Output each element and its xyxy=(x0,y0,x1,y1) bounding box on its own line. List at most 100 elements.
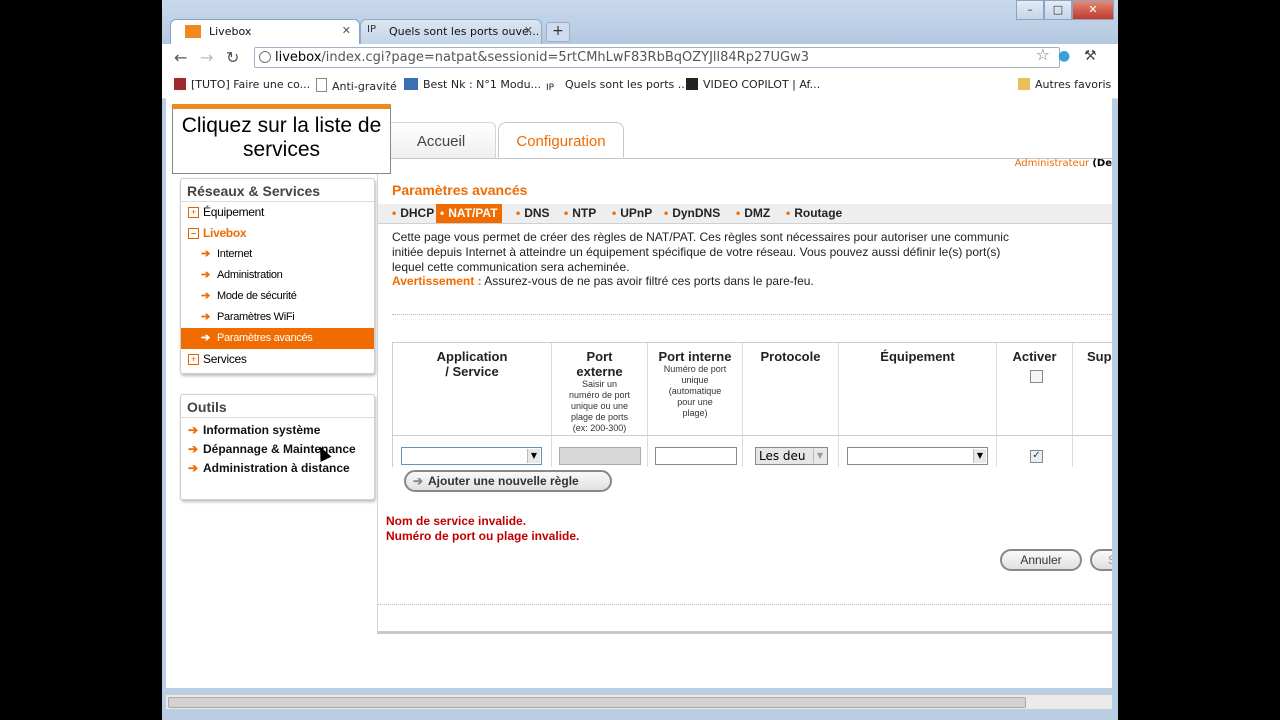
tab-ports[interactable]: IP Quels sont les ports ouve... ✕ xyxy=(360,19,542,44)
close-icon[interactable]: ✕ xyxy=(342,24,351,37)
scrollbar-thumb[interactable] xyxy=(168,697,1026,708)
subnav-ntp[interactable]: • NTP xyxy=(564,206,596,220)
arrow-right-icon: ➔ xyxy=(413,474,424,488)
skype-icon[interactable]: ● xyxy=(1058,48,1070,64)
arrow-right-icon: ➔ xyxy=(201,332,210,344)
bookmark-item[interactable]: VIDEO COPILOT | Af... xyxy=(686,78,820,91)
star-icon[interactable]: ☆ xyxy=(1036,45,1050,64)
arrow-right-icon: ➔ xyxy=(201,311,210,323)
browser-window: Livebox ✕ IP Quels sont les ports ouve..… xyxy=(162,0,1118,720)
col-supp: Supp xyxy=(1087,349,1112,364)
row-separator xyxy=(393,435,1112,436)
warning: Avertissement : Assurez-vous de ne pas a… xyxy=(392,274,814,288)
tab-strip: Livebox ✕ IP Quels sont les ports ouve..… xyxy=(162,0,1118,44)
sidebar-title: Outils xyxy=(181,395,374,418)
arrow-right-icon: ➔ xyxy=(188,461,199,475)
activer-checkbox[interactable]: ✓ xyxy=(1030,450,1043,463)
subnav-upnp[interactable]: • UPnP xyxy=(612,206,652,220)
arrow-right-icon: ➔ xyxy=(188,423,199,437)
admin-link[interactable]: Administrateur (De xyxy=(1015,158,1112,169)
subnav-dns[interactable]: • DNS xyxy=(516,206,550,220)
cancel-button[interactable]: Annuler xyxy=(1000,549,1082,571)
url-host: livebox xyxy=(275,50,322,65)
sidebar-title: Réseaux & Services xyxy=(181,179,374,202)
page-icon xyxy=(316,78,327,92)
arrow-right-icon: ➔ xyxy=(201,269,210,281)
divider xyxy=(392,314,1112,315)
horizontal-scrollbar[interactable] xyxy=(166,694,1112,709)
sidebar-item-services[interactable]: + Services xyxy=(181,349,374,370)
main-tabs: Accueil Configuration xyxy=(378,122,1112,159)
subnav-dmz[interactable]: • DMZ xyxy=(736,206,770,220)
close-window-button[interactable]: ✕ xyxy=(1072,0,1114,20)
maximize-button[interactable]: □ xyxy=(1044,0,1072,20)
save-button[interactable]: S xyxy=(1090,549,1112,571)
divider xyxy=(378,604,1112,605)
collapse-icon: – xyxy=(188,228,199,239)
bookmark-item[interactable]: [TUTO] Faire une co... xyxy=(174,78,310,91)
page-icon xyxy=(259,51,271,63)
external-port-input[interactable] xyxy=(559,447,641,465)
equipment-select[interactable]: ▼ xyxy=(847,447,988,465)
window-controls: – □ ✕ xyxy=(1016,0,1114,20)
subnav-dhcp[interactable]: • DHCP xyxy=(392,206,434,220)
page-content: Accueil Configuration Administrateur (De… xyxy=(166,98,1112,688)
tab-title: Quels sont les ports ouve... xyxy=(389,25,540,38)
col-activer: Activer xyxy=(997,343,1073,467)
arrow-right-icon: ➔ xyxy=(188,442,199,456)
minimize-button[interactable]: – xyxy=(1016,0,1044,20)
bookmark-item[interactable]: IP Quels sont les ports ... xyxy=(546,78,688,95)
tools-item-troubleshoot[interactable]: ➔ Dépannage & Maintenance xyxy=(181,440,374,459)
tab-accueil[interactable]: Accueil xyxy=(386,122,496,158)
other-bookmarks[interactable]: Autres favoris xyxy=(1018,78,1111,91)
wrench-icon[interactable]: ⚒ xyxy=(1084,48,1097,64)
expand-icon: + xyxy=(188,354,199,365)
internal-port-input[interactable] xyxy=(655,447,737,465)
sidebar-item-security[interactable]: ➔ Mode de sécurité xyxy=(181,286,374,307)
arrow-right-icon: ➔ xyxy=(201,290,210,302)
sidebar-item-equipement[interactable]: + Équipement xyxy=(181,202,374,223)
expand-icon: + xyxy=(188,207,199,218)
tab-livebox[interactable]: Livebox ✕ xyxy=(170,19,360,44)
sidebar-item-livebox[interactable]: – Livebox xyxy=(181,223,374,244)
ip-favicon-icon: IP xyxy=(367,24,376,35)
subnav-dyndns[interactable]: • DynDNS xyxy=(664,206,720,220)
reload-icon[interactable]: ↻ xyxy=(226,48,239,67)
sub-navigation: • DHCP • NAT/PAT • DNS • NTP • UPnP • DynDNS •… xyxy=(378,204,1112,224)
url-path: /index.cgi?page=natpat&sessionid=5rtCMhL… xyxy=(321,50,809,65)
back-arrow-icon[interactable]: ← xyxy=(174,48,187,67)
subnav-routage[interactable]: • Routage xyxy=(786,206,842,220)
sidebar-item-advanced[interactable]: ➔ Paramètres avancés xyxy=(181,328,374,349)
sidebar-item-internet[interactable]: ➔ Internet xyxy=(181,244,374,265)
forward-arrow-icon[interactable]: → xyxy=(200,48,213,67)
ip-favicon-icon: IP xyxy=(546,83,555,93)
page-title: Paramètres avancés xyxy=(392,182,528,198)
tools-item-remote-admin[interactable]: ➔ Administration à distance xyxy=(181,459,374,478)
main-panel: Paramètres avancés • DHCP • NAT/PAT • DNS •… xyxy=(377,174,1112,634)
service-select[interactable]: ▼ xyxy=(401,447,542,465)
bookmark-item[interactable]: Best Nk : N°1 Modu... xyxy=(404,78,541,91)
nat-rules-table: Application / Service Port externe Saisi… xyxy=(392,342,1112,467)
address-bar[interactable]: livebox/index.cgi?page=natpat&sessionid=… xyxy=(254,47,1060,68)
bookmark-item[interactable]: Anti-gravité xyxy=(316,78,397,93)
tab-title: Livebox xyxy=(209,25,252,38)
tab-configuration[interactable]: Configuration xyxy=(498,122,624,158)
error-message: Numéro de port ou plage invalide. xyxy=(386,529,580,543)
error-message: Nom de service invalide. xyxy=(386,514,527,528)
protocol-select[interactable]: Les deu ▼ xyxy=(755,447,828,465)
sidebar-item-administration[interactable]: ➔ Administration xyxy=(181,265,374,286)
hint-callout: Cliquez sur la liste de services xyxy=(172,104,391,174)
sidebar-item-wifi[interactable]: ➔ Paramètres WiFi xyxy=(181,307,374,328)
bookmarks-bar: [TUTO] Faire une co... Anti-gravité Best… xyxy=(162,72,1118,99)
arrow-right-icon: ➔ xyxy=(201,248,210,260)
sidebar-networks: Réseaux & Services + Équipement – Livebox … xyxy=(180,178,375,374)
add-rule-button[interactable]: ➔ Ajouter une nouvelle règle xyxy=(404,470,612,492)
livebox-favicon-icon xyxy=(185,25,201,38)
tools-item-info[interactable]: ➔ Information système xyxy=(181,421,374,440)
chevron-down-icon: ▼ xyxy=(527,449,540,463)
subnav-natpat[interactable]: • NAT/PAT xyxy=(436,204,502,223)
select-all-checkbox[interactable] xyxy=(1030,370,1043,383)
chevron-down-icon: ▼ xyxy=(813,449,826,463)
close-icon[interactable]: ✕ xyxy=(524,24,533,37)
new-tab-button[interactable]: + xyxy=(546,22,570,42)
